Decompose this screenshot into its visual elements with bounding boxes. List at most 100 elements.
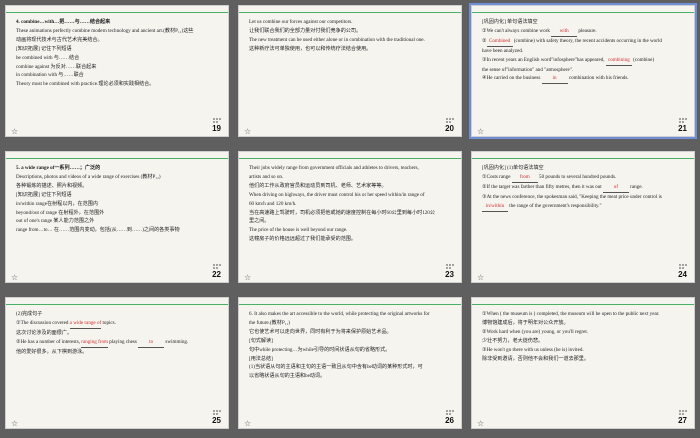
slide-text-line: [巩固内化] (1)单句语法填空 — [482, 165, 544, 171]
slide-thumbnail-27[interactable]: ①When ( the museum is ) completed, the m… — [471, 297, 695, 429]
slide-text-line: ② Combined (combine) with safety theory, … — [482, 37, 684, 47]
slide-thumbnail-19[interactable]: 4. combine…with…把……与……结合起来 These animatio… — [5, 5, 229, 137]
slide-text-line: [知识拓展] 记住下列短语 — [16, 45, 72, 52]
slide-corner-mark-icon — [213, 410, 222, 416]
slide-text-line: artists and so on. — [249, 173, 284, 180]
transition-star-icon[interactable]: ☆ — [244, 419, 251, 428]
answer-blank: a wide range of — [69, 319, 102, 329]
slide-text-line: ③In recent years an English word"infosph… — [482, 56, 684, 66]
transition-star-icon[interactable]: ☆ — [477, 127, 484, 136]
slide-corner-mark-icon — [213, 264, 222, 270]
slide-corner-mark-icon — [446, 118, 455, 124]
slide-header-rule — [239, 12, 461, 13]
slide-text-line: 句中while protecting…为while引导的时间状语从句的省略形式。 — [249, 346, 391, 353]
slide-content: 6. It also makes the art accessible to t… — [249, 310, 451, 412]
slide-text-line: out of one's range 某人能力范围之外 — [16, 218, 95, 225]
slide-text-line: ②Work hard when (you are) young, or you'… — [482, 328, 589, 335]
slide-text-line: ②He has a number of interests, ranging f… — [16, 338, 218, 348]
slide-text-line: 5. a wide range of一系列……；广泛的 — [16, 165, 101, 171]
slide-text-line: 60 km/h and 120 km/h. — [249, 200, 297, 207]
slide-text-line: 这种新疗法可单独使用，也可以和传统疗法结合使用。 — [249, 45, 372, 52]
slide-text-line: The price of the house is well beyond ou… — [249, 227, 348, 234]
transition-star-icon[interactable]: ☆ — [11, 419, 18, 428]
slide-content: [巩固内化] (1)单句语法填空 ①Costs range from 50 pou… — [482, 164, 684, 266]
answer-blank: in — [541, 74, 568, 85]
slide-number: 23 — [445, 270, 454, 280]
slide-content: 5. a wide range of一系列……；广泛的 Descriptions,… — [16, 164, 218, 266]
slide-text-line: 这次讨论涉及的面很广。 — [16, 329, 73, 336]
slide-text-line: 4. combine…with…把……与……结合起来 — [16, 19, 111, 25]
slide-thumbnail-25[interactable]: (2)完成句子 ①The discussion covered a wide ra… — [5, 297, 229, 429]
slide-text-line: be combined with 与……结合 — [16, 54, 80, 61]
slide-number: 21 — [678, 124, 687, 134]
slide-text-line: 少壮不努力，老大徒伤悲。 — [482, 337, 544, 344]
slide-text-line: ①When ( the museum is ) completed, the m… — [482, 311, 660, 317]
slide-corner-mark-icon — [446, 264, 455, 270]
slide-number: 26 — [445, 416, 454, 426]
slide-text-line: 除非受到邀请，否则他不会和我们一道去那里。 — [482, 355, 589, 362]
slide-corner-mark-icon — [679, 264, 688, 270]
slide-text-line: 这幢房子的价格远远超过了我们能承受的范围。 — [249, 236, 356, 243]
transition-star-icon[interactable]: ☆ — [11, 273, 18, 282]
slide-text-line: 6. It also makes the art accessible to t… — [249, 311, 430, 317]
slide-content: ①When ( the museum is ) completed, the m… — [482, 310, 684, 412]
slide-text-line: ②If the target was farther than fifty me… — [482, 183, 684, 193]
slide-text-line: ③He won't go there with us unless (he is… — [482, 346, 584, 353]
slide-text-line: Let us combine our forces against our co… — [249, 19, 353, 25]
slide-header-rule — [6, 12, 228, 13]
slide-text-line: ③At the news conference, the spokesman s… — [482, 193, 662, 200]
slide-content: [巩固内化] 单句语法填空 ①We can't always combine wo… — [482, 18, 684, 120]
slide-thumbnail-24[interactable]: [巩固内化] (1)单句语法填空 ①Costs range from 50 pou… — [471, 151, 695, 283]
slide-thumbnail-20[interactable]: Let us combine our forces against our co… — [238, 5, 462, 137]
slide-text-line: [句式解读] — [249, 337, 273, 344]
slide-text-line: the future.(教材P₁₁) — [249, 319, 290, 326]
slide-text-line: the sense of"information" and "atmospher… — [482, 66, 574, 73]
slide-text-line: range from…to… 在……范围内变动，包括(从……到……)之间的各类事… — [16, 227, 180, 234]
answer-blank: to — [138, 338, 165, 348]
slide-corner-mark-icon — [213, 118, 222, 124]
slide-text-line: [知识拓展] 记住下列短语 — [16, 191, 72, 198]
slide-text-line: [用法总结] — [249, 355, 273, 362]
slide-thumbnail-22[interactable]: 5. a wide range of一系列……；广泛的 Descriptions,… — [5, 151, 229, 283]
slide-header-rule — [472, 158, 694, 159]
slide-text-line: in/within range在射程以内，在范围内 — [16, 200, 98, 207]
slide-text-line: 它也使艺术可以走向世界，同时有利于为将来保护原始艺术品。 — [249, 328, 392, 335]
slide-header-rule — [472, 12, 694, 13]
slide-text-line: Descriptions, photos and videos of a wid… — [16, 173, 161, 180]
slide-sorter-grid: 4. combine…with…把……与……结合起来 These animatio… — [0, 0, 700, 438]
slide-text-line: ①The discussion covered a wide range of … — [16, 319, 218, 329]
slide-text-line: 里之间。 — [249, 218, 270, 225]
slide-text-line: Theory must be combined with practice.理论… — [16, 81, 155, 88]
transition-star-icon[interactable]: ☆ — [477, 273, 484, 282]
slide-content: Let us combine our forces against our co… — [249, 18, 451, 120]
slide-text-line: ①We can't always combine work with pleas… — [482, 27, 684, 37]
slide-text-line: ①Costs range from 50 pounds to several h… — [482, 173, 684, 183]
slide-content: (2)完成句子 ①The discussion covered a wide ra… — [16, 310, 218, 412]
slide-number: 24 — [678, 270, 687, 280]
slide-text-line: The new treatment can be used either alo… — [249, 36, 425, 43]
slide-thumbnail-26[interactable]: 6. It also makes the art accessible to t… — [238, 297, 462, 429]
slide-header-rule — [6, 304, 228, 305]
slide-text-line: 让我们联合我们的全部力量对付我们竞争的公司。 — [249, 27, 362, 34]
slide-thumbnail-21[interactable]: [巩固内化] 单句语法填空 ①We can't always combine wo… — [469, 3, 697, 139]
slide-text-line: 以省略状语从句的主语和be动词。 — [249, 373, 326, 380]
slide-corner-mark-icon — [446, 410, 455, 416]
transition-star-icon[interactable]: ☆ — [244, 273, 251, 282]
answer-blank: with — [551, 27, 578, 37]
slide-text-line: 各种锻炼的描述、照片和视频。 — [16, 182, 88, 189]
slide-text-line: (1)当状语从句的主语和主句的主语一致且从句中含有be动词的某种形式时，可 — [249, 364, 423, 371]
transition-star-icon[interactable]: ☆ — [244, 127, 251, 136]
slide-text-line: 他们的工作从政府官员和运动员到司机、老师、艺术家等等。 — [249, 182, 387, 189]
slide-number: 20 — [445, 124, 454, 134]
slide-text-line: When driving on highways, the driver mus… — [249, 191, 425, 198]
slide-text-line: (2)完成句子 — [16, 311, 43, 317]
slide-content: Their jobs widely range from government … — [249, 164, 451, 266]
slide-text-line: [巩固内化] 单句语法填空 — [482, 19, 538, 25]
transition-star-icon[interactable]: ☆ — [477, 419, 484, 428]
slide-text-line: beyond/out of range 在射程外，在范围外 — [16, 209, 105, 216]
slide-text-line: Their jobs widely range from government … — [249, 165, 419, 171]
answer-blank: Combined — [486, 37, 513, 47]
slide-text-line: combine against 为反对……联合起来 — [16, 63, 97, 70]
slide-thumbnail-23[interactable]: Their jobs widely range from government … — [238, 151, 462, 283]
transition-star-icon[interactable]: ☆ — [11, 127, 18, 136]
